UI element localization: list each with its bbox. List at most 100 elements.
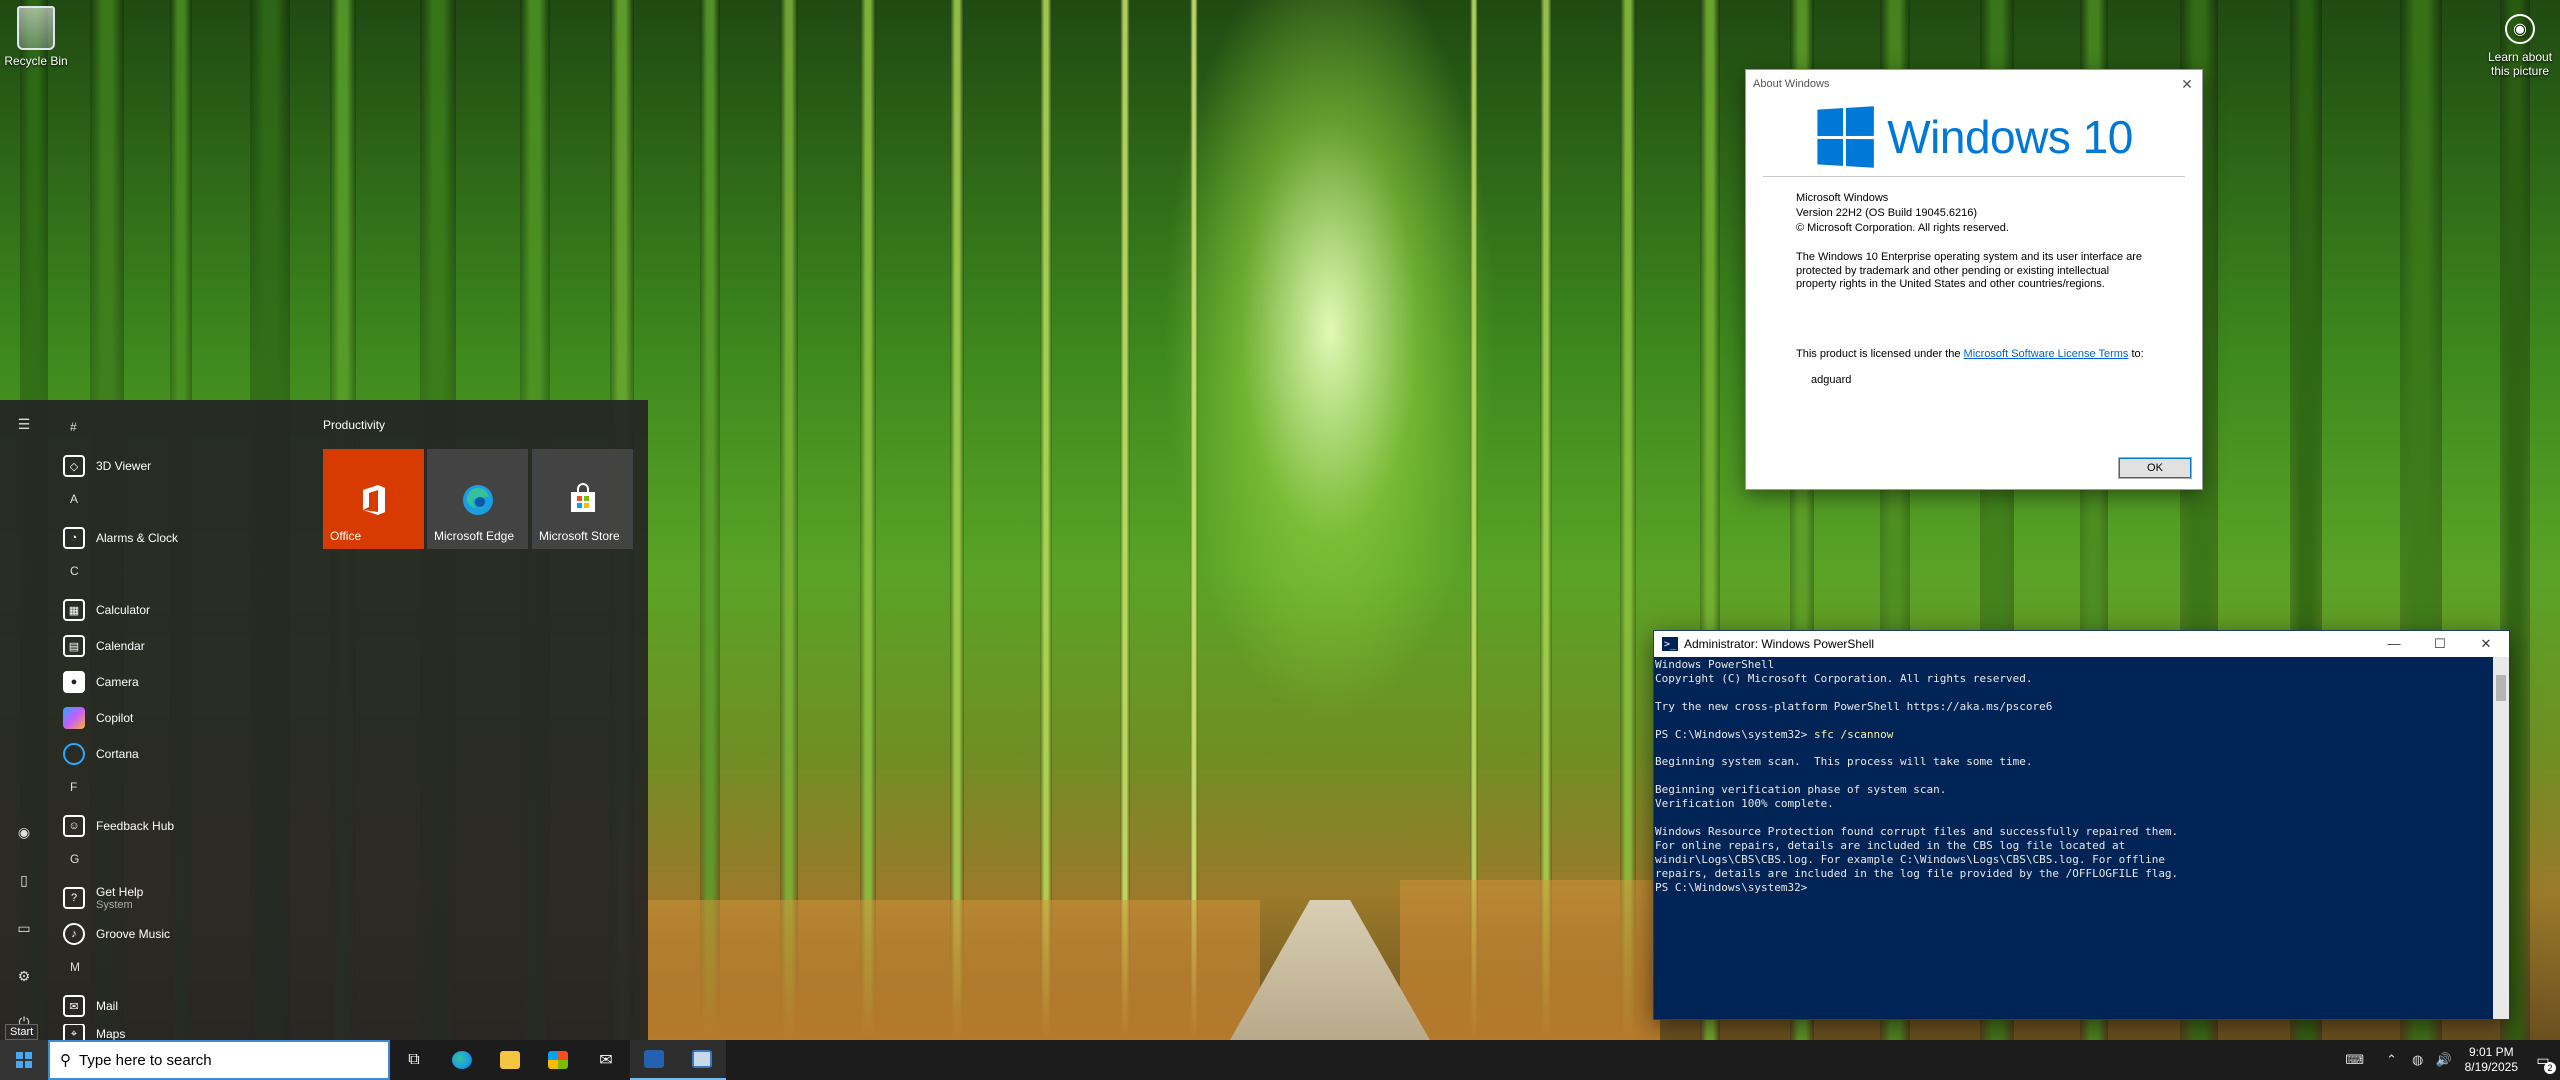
user-avatar-icon[interactable]: ◉ <box>14 822 34 842</box>
search-input[interactable] <box>79 1051 349 1069</box>
tile-edge[interactable]: Microsoft Edge <box>427 449 528 549</box>
taskbar-powershell[interactable] <box>630 1040 678 1080</box>
console-line: repairs, details are included in the log… <box>1655 866 2179 880</box>
calendar-icon: ▤ <box>63 635 85 657</box>
letter-header-c[interactable]: C <box>56 556 306 592</box>
copilot-icon <box>63 707 85 729</box>
start-rail: ☰ ◉ ▯ ▭ ⚙ ⏻ <box>0 400 48 1040</box>
app-alarms[interactable]: ◔ Alarms & Clock <box>56 520 306 556</box>
about-notice: The Windows 10 Enterprise operating syst… <box>1796 251 2143 290</box>
bamboo-stalk <box>780 0 798 1040</box>
windows-brand: Windows 10 <box>1887 111 2133 163</box>
edge-icon <box>462 485 493 515</box>
console-line: PS C:\Windows\system32> <box>1655 880 1808 894</box>
bamboo-stalk <box>950 0 964 1040</box>
console-line: Try the new cross-platform PowerShell ht… <box>1655 699 2053 713</box>
edge-icon <box>452 1051 472 1069</box>
learn-picture-icon[interactable]: ◉ Learn about this picture <box>2482 14 2558 78</box>
about-product: Microsoft Windows <box>1796 192 1889 204</box>
bamboo-stalk <box>860 0 876 1040</box>
about-windows-dialog: About Windows ✕ Windows 10 Microsoft Win… <box>1745 69 2203 490</box>
recycle-bin-icon[interactable]: Recycle Bin <box>4 6 68 68</box>
app-calendar[interactable]: ▤ Calendar <box>56 628 306 664</box>
store-icon <box>570 483 595 512</box>
clock[interactable]: 9:01 PM 8/19/2025 <box>2457 1045 2526 1075</box>
about-version: Version 22H2 (OS Build 19045.6216) <box>1796 207 1978 219</box>
windows-logo: Windows 10 <box>1746 106 2202 168</box>
close-icon[interactable]: ✕ <box>2463 636 2509 652</box>
network-icon[interactable]: ◍ <box>2405 1052 2431 1068</box>
tile-group-header[interactable]: Productivity <box>323 418 385 432</box>
maximize-icon[interactable]: ☐ <box>2417 636 2463 652</box>
taskbar-file-explorer[interactable] <box>486 1040 534 1080</box>
mail-icon: ✉ <box>599 1052 613 1069</box>
app-camera[interactable]: ● Camera <box>56 664 306 700</box>
pictures-icon[interactable]: ▭ <box>14 918 34 938</box>
hamburger-icon[interactable]: ☰ <box>14 414 34 434</box>
app-feedback-hub[interactable]: ☺ Feedback Hub <box>56 808 306 844</box>
windows-flag-icon <box>1817 106 1875 168</box>
wallpaper-grass-left <box>640 900 1260 1040</box>
mail-icon: ✉ <box>63 995 85 1017</box>
ok-button[interactable]: OK <box>2118 457 2192 479</box>
chevron-up-icon[interactable]: ⌃ <box>2379 1052 2405 1068</box>
app-mail[interactable]: ✉ Mail <box>56 988 306 1024</box>
search-box[interactable]: ⚲ <box>48 1040 390 1080</box>
letter-header-f[interactable]: F <box>56 772 306 808</box>
learn-picture-label: Learn about this picture <box>2487 50 2553 78</box>
tile-office[interactable]: Office <box>323 449 424 549</box>
task-view-button[interactable]: ⧉ <box>390 1040 438 1080</box>
app-cortana[interactable]: Cortana <box>56 736 306 772</box>
minimize-icon[interactable]: — <box>2371 636 2417 652</box>
start-menu: ☰ ◉ ▯ ▭ ⚙ ⏻ # ◇ 3D Viewer A ◔ Alarms & Clo… <box>0 400 648 1044</box>
folder-icon <box>500 1051 520 1069</box>
powershell-titlebar[interactable]: >_ Administrator: Windows PowerShell — ☐… <box>1654 631 2509 657</box>
clock-date: 8/19/2025 <box>2464 1060 2518 1074</box>
start-button[interactable] <box>0 1040 48 1080</box>
volume-icon[interactable]: 🔊 <box>2431 1052 2457 1068</box>
cube-icon: ◇ <box>63 455 85 477</box>
wallpaper-grass-right <box>1400 880 1660 1040</box>
taskbar-winver[interactable] <box>678 1040 726 1080</box>
tile-store[interactable]: Microsoft Store <box>532 449 633 549</box>
about-titlebar: About Windows ✕ <box>1746 70 2202 98</box>
taskbar-store[interactable] <box>534 1040 582 1080</box>
app-copilot[interactable]: Copilot <box>56 700 306 736</box>
powershell-icon: >_ <box>1662 637 1678 651</box>
feedback-icon: ☺ <box>63 815 85 837</box>
letter-header-m[interactable]: M <box>56 952 306 988</box>
powershell-icon <box>644 1050 664 1068</box>
help-icon: ? <box>63 887 85 909</box>
app-3d-viewer[interactable]: ◇ 3D Viewer <box>56 448 306 484</box>
letter-header-a[interactable]: A <box>56 484 306 520</box>
taskbar-mail[interactable]: ✉ <box>582 1040 630 1080</box>
winver-icon <box>692 1050 712 1068</box>
app-get-help[interactable]: ? Get Help System <box>56 880 306 916</box>
console-line: Verification 100% complete. <box>1655 797 1834 811</box>
notification-button[interactable]: ▭ 2 <box>2526 1052 2560 1074</box>
powershell-window: >_ Administrator: Windows PowerShell — ☐… <box>1653 630 2510 1020</box>
console-scrollbar[interactable] <box>2493 657 2509 1019</box>
bamboo-stalk <box>1120 0 1130 1040</box>
settings-icon[interactable]: ⚙ <box>14 966 34 986</box>
letter-header-g[interactable]: G <box>56 844 306 880</box>
letter-header-hash[interactable]: # <box>56 412 306 448</box>
license-terms-link[interactable]: Microsoft Software License Terms <box>1964 348 2129 360</box>
console-line: Beginning system scan. This process will… <box>1655 755 2033 769</box>
office-icon <box>362 485 385 515</box>
keyboard-icon[interactable]: ⌨ <box>2331 1052 2379 1068</box>
app-groove-music[interactable]: ♪ Groove Music <box>56 916 306 952</box>
app-calculator[interactable]: ▦ Calculator <box>56 592 306 628</box>
about-license: This product is licensed under the Micro… <box>1796 347 2144 360</box>
console-line: windir\Logs\CBS\CBS.log. For example C:\… <box>1655 852 2165 866</box>
close-icon[interactable]: ✕ <box>2172 76 2202 93</box>
documents-icon[interactable]: ▯ <box>14 870 34 890</box>
app-list: # ◇ 3D Viewer A ◔ Alarms & Clock C ▦ Calcul… <box>56 412 306 1044</box>
powershell-console[interactable]: Windows PowerShell Copyright (C) Microsof… <box>1654 657 2493 1019</box>
scrollbar-thumb[interactable] <box>2496 675 2506 701</box>
taskbar-edge[interactable] <box>438 1040 486 1080</box>
